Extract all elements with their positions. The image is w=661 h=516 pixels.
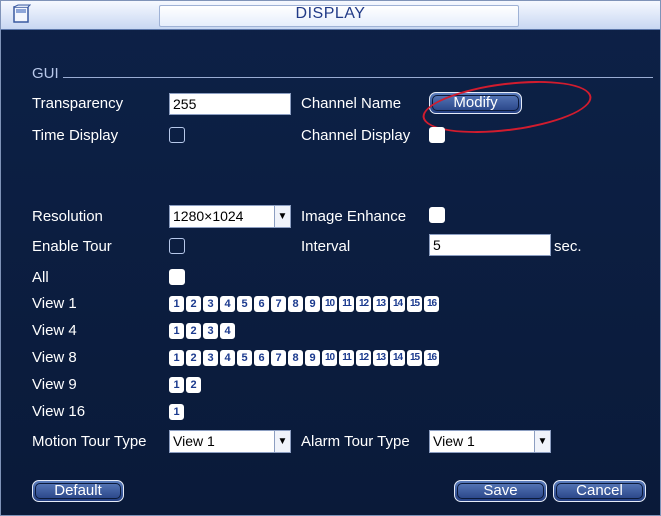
- annotation-ellipse: [419, 72, 595, 142]
- channel-button[interactable]: 1: [169, 323, 184, 339]
- channel-button-row: 1: [169, 404, 184, 420]
- channel-name-label: Channel Name: [301, 95, 402, 112]
- window-title: DISPLAY: [295, 5, 366, 22]
- channel-button[interactable]: 2: [186, 296, 201, 312]
- channel-button[interactable]: 14: [390, 296, 405, 312]
- enable-tour-checkbox[interactable]: [169, 238, 185, 254]
- dropdown-arrow-icon[interactable]: ▼: [274, 206, 290, 227]
- channel-button[interactable]: 2: [186, 323, 201, 339]
- channel-display-checkbox[interactable]: [429, 127, 445, 143]
- channel-button[interactable]: 3: [203, 350, 218, 366]
- channel-button[interactable]: 10: [322, 350, 337, 366]
- channel-button[interactable]: 6: [254, 350, 269, 366]
- time-display-label: Time Display: [32, 127, 119, 144]
- cancel-button-label: Cancel: [576, 482, 623, 499]
- interval-unit: sec.: [554, 238, 582, 255]
- interval-label: Interval: [301, 238, 351, 255]
- save-button[interactable]: Save: [454, 480, 547, 502]
- interval-input[interactable]: 5: [429, 234, 551, 256]
- default-button[interactable]: Default: [32, 480, 124, 502]
- channel-button[interactable]: 13: [373, 350, 388, 366]
- transparency-label: Transparency: [32, 95, 124, 112]
- channel-button[interactable]: 2: [186, 350, 201, 366]
- channel-button[interactable]: 14: [390, 350, 405, 366]
- save-button-label: Save: [483, 482, 518, 499]
- resolution-value: 1280×1024: [173, 208, 244, 224]
- channel-button[interactable]: 8: [288, 350, 303, 366]
- channel-button-row: 12: [169, 377, 201, 393]
- default-button-label: Default: [54, 482, 102, 499]
- channel-button[interactable]: 9: [305, 350, 320, 366]
- enable-tour-label: Enable Tour: [32, 238, 112, 255]
- gui-section-label: GUI: [32, 65, 59, 82]
- channel-button[interactable]: 12: [356, 350, 371, 366]
- view-label: View 1: [32, 295, 77, 312]
- channel-button[interactable]: 4: [220, 323, 235, 339]
- all-label: All: [32, 269, 49, 286]
- channel-button-row: 1234: [169, 323, 235, 339]
- channel-button[interactable]: 2: [186, 377, 201, 393]
- channel-button[interactable]: 4: [220, 296, 235, 312]
- channel-button[interactable]: 9: [305, 296, 320, 312]
- channel-button[interactable]: 15: [407, 350, 422, 366]
- channel-button[interactable]: 16: [424, 296, 439, 312]
- channel-button[interactable]: 1: [169, 296, 184, 312]
- channel-button[interactable]: 4: [220, 350, 235, 366]
- channel-button[interactable]: 7: [271, 350, 286, 366]
- motion-tour-type-select[interactable]: View 1 ▼: [169, 430, 291, 453]
- resolution-select[interactable]: 1280×1024 ▼: [169, 205, 291, 228]
- channel-button[interactable]: 10: [322, 296, 337, 312]
- all-checkbox[interactable]: [169, 269, 185, 285]
- dropdown-arrow-icon[interactable]: ▼: [274, 431, 290, 452]
- channel-button[interactable]: 8: [288, 296, 303, 312]
- channel-button[interactable]: 11: [339, 296, 354, 312]
- transparency-input[interactable]: 255: [169, 93, 291, 115]
- channel-button[interactable]: 15: [407, 296, 422, 312]
- view-label: View 4: [32, 322, 77, 339]
- dropdown-arrow-icon[interactable]: ▼: [534, 431, 550, 452]
- channel-button[interactable]: 1: [169, 350, 184, 366]
- display-dialog: DISPLAY GUI Transparency 255 Channel Nam…: [0, 0, 661, 516]
- channel-button-row: 1 2 3 4 5 6 7 8 9 10 11 12 13 14 15 16: [169, 296, 439, 312]
- alarm-tour-type-label: Alarm Tour Type: [301, 433, 410, 450]
- channel-button[interactable]: 11: [339, 350, 354, 366]
- channel-button[interactable]: 3: [203, 296, 218, 312]
- title-bar: DISPLAY: [1, 1, 660, 30]
- channel-button[interactable]: 7: [271, 296, 286, 312]
- channel-button[interactable]: 16: [424, 350, 439, 366]
- channel-button[interactable]: 6: [254, 296, 269, 312]
- view-label: View 8: [32, 349, 77, 366]
- channel-button-row: 1 2 3 4 5 6 7 8 9 10 11 12 13 14 15 16: [169, 350, 439, 366]
- image-enhance-label: Image Enhance: [301, 208, 407, 225]
- motion-tour-type-label: Motion Tour Type: [32, 433, 147, 450]
- alarm-tour-type-select[interactable]: View 1 ▼: [429, 430, 551, 453]
- view-label: View 16: [32, 403, 86, 420]
- image-enhance-checkbox[interactable]: [429, 207, 445, 223]
- view-label: View 9: [32, 376, 77, 393]
- resolution-label: Resolution: [32, 208, 103, 225]
- channel-button[interactable]: 12: [356, 296, 371, 312]
- alarm-tour-type-value: View 1: [433, 433, 475, 449]
- section-divider: [63, 77, 653, 78]
- cancel-button[interactable]: Cancel: [553, 480, 646, 502]
- channel-button[interactable]: 13: [373, 296, 388, 312]
- channel-button[interactable]: 1: [169, 404, 184, 420]
- channel-button[interactable]: 5: [237, 350, 252, 366]
- motion-tour-type-value: View 1: [173, 433, 215, 449]
- channel-button[interactable]: 3: [203, 323, 218, 339]
- time-display-checkbox[interactable]: [169, 127, 185, 143]
- channel-button[interactable]: 5: [237, 296, 252, 312]
- channel-display-label: Channel Display: [301, 127, 411, 144]
- channel-button[interactable]: 1: [169, 377, 184, 393]
